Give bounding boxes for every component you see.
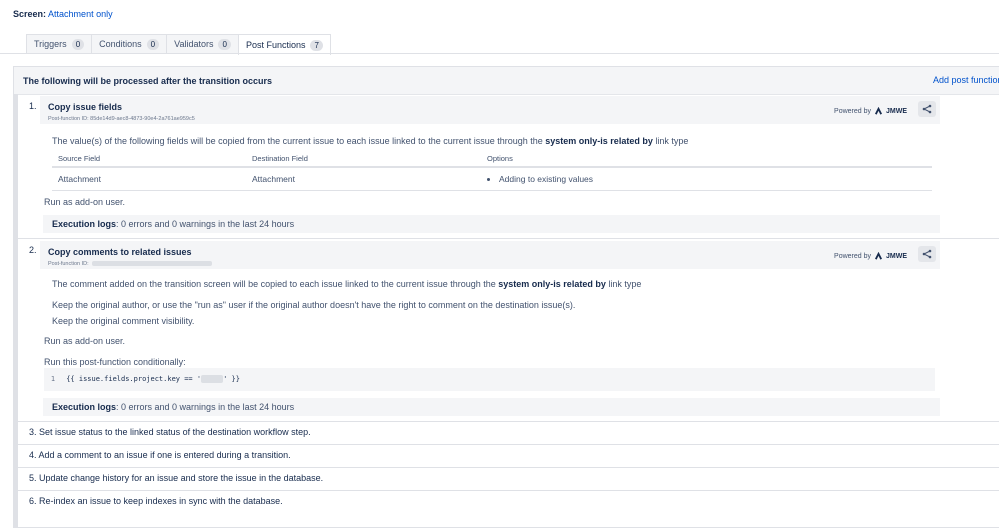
pf2-desc-post: link type bbox=[608, 279, 642, 289]
screen-link[interactable]: Attachment only bbox=[48, 9, 113, 19]
powered-by-label: Powered by bbox=[834, 253, 871, 260]
tab-count-badge: 0 bbox=[71, 39, 85, 50]
exec-logs-text: : 0 errors and 0 warnings in the last 24… bbox=[116, 219, 295, 229]
pf2-id: Post-function ID: bbox=[48, 261, 212, 267]
pf2-title: Copy comments to related issues bbox=[48, 247, 192, 257]
code-text-post: ' }} bbox=[223, 375, 240, 383]
exec-logs-text: : 0 errors and 0 warnings in the last 24… bbox=[116, 402, 295, 412]
post-function-row-4: 4. Add a comment to an issue if one is e… bbox=[29, 450, 291, 460]
divider bbox=[18, 238, 999, 239]
powered-by: Powered by JMWE bbox=[834, 252, 907, 261]
jmwe-logo-icon bbox=[874, 107, 883, 115]
pf2-id-label: Post-function ID: bbox=[48, 261, 89, 267]
pf2-execution-logs: Execution logs: 0 errors and 0 warnings … bbox=[43, 398, 940, 416]
pf2-description: The comment added on the transition scre… bbox=[52, 279, 641, 289]
cell-options: Adding to existing values bbox=[481, 167, 932, 191]
pf2-conditional-label: Run this post-function conditionally: bbox=[44, 357, 186, 367]
screen-label: Screen: bbox=[13, 9, 47, 19]
post-function-row-5: 5. Update change history for an issue an… bbox=[29, 473, 324, 483]
panel-header: The following will be processed after th… bbox=[14, 67, 999, 95]
jmwe-logo-icon bbox=[874, 252, 883, 260]
pf1-id: Post-function ID: 85de14d9-aec8-4873-90e… bbox=[48, 116, 195, 122]
option-item: Adding to existing values bbox=[499, 174, 926, 184]
pf2-desc-bold: system only-is related by bbox=[498, 279, 606, 289]
col-source-field: Source Field bbox=[52, 154, 246, 168]
pf2-share-button[interactable] bbox=[918, 246, 936, 262]
brand-label: JMWE bbox=[886, 108, 907, 115]
cell-destination: Attachment bbox=[246, 167, 481, 191]
redacted-project-key bbox=[201, 375, 224, 383]
tab-validators[interactable]: Validators 0 bbox=[166, 34, 238, 54]
tab-label: Triggers bbox=[34, 39, 67, 49]
condition-code-block: 1 {{ issue.fields.project.key == ' ' }} bbox=[44, 368, 935, 391]
table-header-row: Source Field Destination Field Options bbox=[52, 154, 932, 168]
copy-fields-table: Source Field Destination Field Options A… bbox=[52, 154, 932, 191]
powered-by-label: Powered by bbox=[834, 108, 871, 115]
pf1-execution-logs: Execution logs: 0 errors and 0 warnings … bbox=[43, 215, 940, 233]
pf1-description: The value(s) of the following fields wil… bbox=[52, 136, 688, 146]
powered-by: Powered by JMWE bbox=[834, 107, 907, 116]
pf2-run-as: Run as add-on user. bbox=[44, 336, 126, 346]
code-line-number: 1 bbox=[50, 375, 56, 383]
tabs-divider bbox=[0, 53, 999, 54]
pf1-desc-bold: system only-is related by bbox=[545, 136, 653, 146]
pf1-title: Copy issue fields bbox=[48, 102, 123, 112]
pf1-share-button[interactable] bbox=[918, 101, 936, 117]
tab-label: Conditions bbox=[99, 39, 142, 49]
tab-count-badge: 0 bbox=[146, 39, 160, 50]
pf2-desc-pre: The comment added on the transition scre… bbox=[52, 279, 496, 289]
pf1-run-as: Run as add-on user. bbox=[44, 197, 126, 207]
screen-line: Screen: Attachment only bbox=[13, 9, 113, 19]
col-destination-field: Destination Field bbox=[246, 154, 481, 168]
add-post-function-link[interactable]: Add post function bbox=[933, 75, 999, 85]
divider bbox=[18, 421, 999, 422]
tab-count-badge: 7 bbox=[310, 39, 323, 51]
pf1-number: 1. bbox=[29, 101, 37, 111]
cell-source: Attachment bbox=[52, 167, 246, 191]
tab-conditions[interactable]: Conditions 0 bbox=[91, 34, 167, 54]
tab-count-badge: 0 bbox=[218, 39, 231, 50]
share-icon bbox=[922, 104, 932, 114]
tab-bar: Triggers 0 Conditions 0 Validators 0 Pos… bbox=[26, 34, 331, 55]
divider bbox=[18, 467, 999, 468]
pf2-author-option: Keep the original author, or use the "ru… bbox=[52, 300, 576, 310]
pf1-desc-post: link type bbox=[655, 136, 689, 146]
post-function-row-6: 6. Re-index an issue to keep indexes in … bbox=[29, 496, 283, 506]
tab-triggers[interactable]: Triggers 0 bbox=[26, 34, 92, 54]
pf2-header: Copy comments to related issues Post-fun… bbox=[40, 241, 940, 269]
exec-logs-link[interactable]: Execution logs bbox=[52, 402, 116, 412]
exec-logs-link[interactable]: Execution logs bbox=[52, 219, 116, 229]
table-row: Attachment Attachment Adding to existing… bbox=[52, 167, 932, 191]
brand-label: JMWE bbox=[886, 253, 907, 260]
code-text-pre: {{ issue.fields.project.key == ' bbox=[66, 375, 202, 383]
share-icon bbox=[922, 249, 932, 259]
tab-label: Validators bbox=[174, 39, 214, 49]
tab-post-functions[interactable]: Post Functions 7 bbox=[237, 34, 331, 55]
col-options: Options bbox=[481, 154, 932, 168]
redacted-id bbox=[91, 261, 212, 267]
tab-label: Post Functions bbox=[245, 39, 306, 50]
divider bbox=[18, 444, 999, 445]
pf2-number: 2. bbox=[29, 245, 37, 255]
pf2-visibility-option: Keep the original comment visibility. bbox=[52, 316, 195, 326]
panel-left-bar bbox=[14, 94, 18, 527]
divider bbox=[18, 490, 999, 491]
panel-title: The following will be processed after th… bbox=[23, 75, 273, 86]
pf1-desc-pre: The value(s) of the following fields wil… bbox=[52, 136, 543, 146]
pf1-header: Copy issue fields Post-function ID: 85de… bbox=[40, 96, 940, 124]
post-function-row-3: 3. Set issue status to the linked status… bbox=[29, 427, 311, 437]
